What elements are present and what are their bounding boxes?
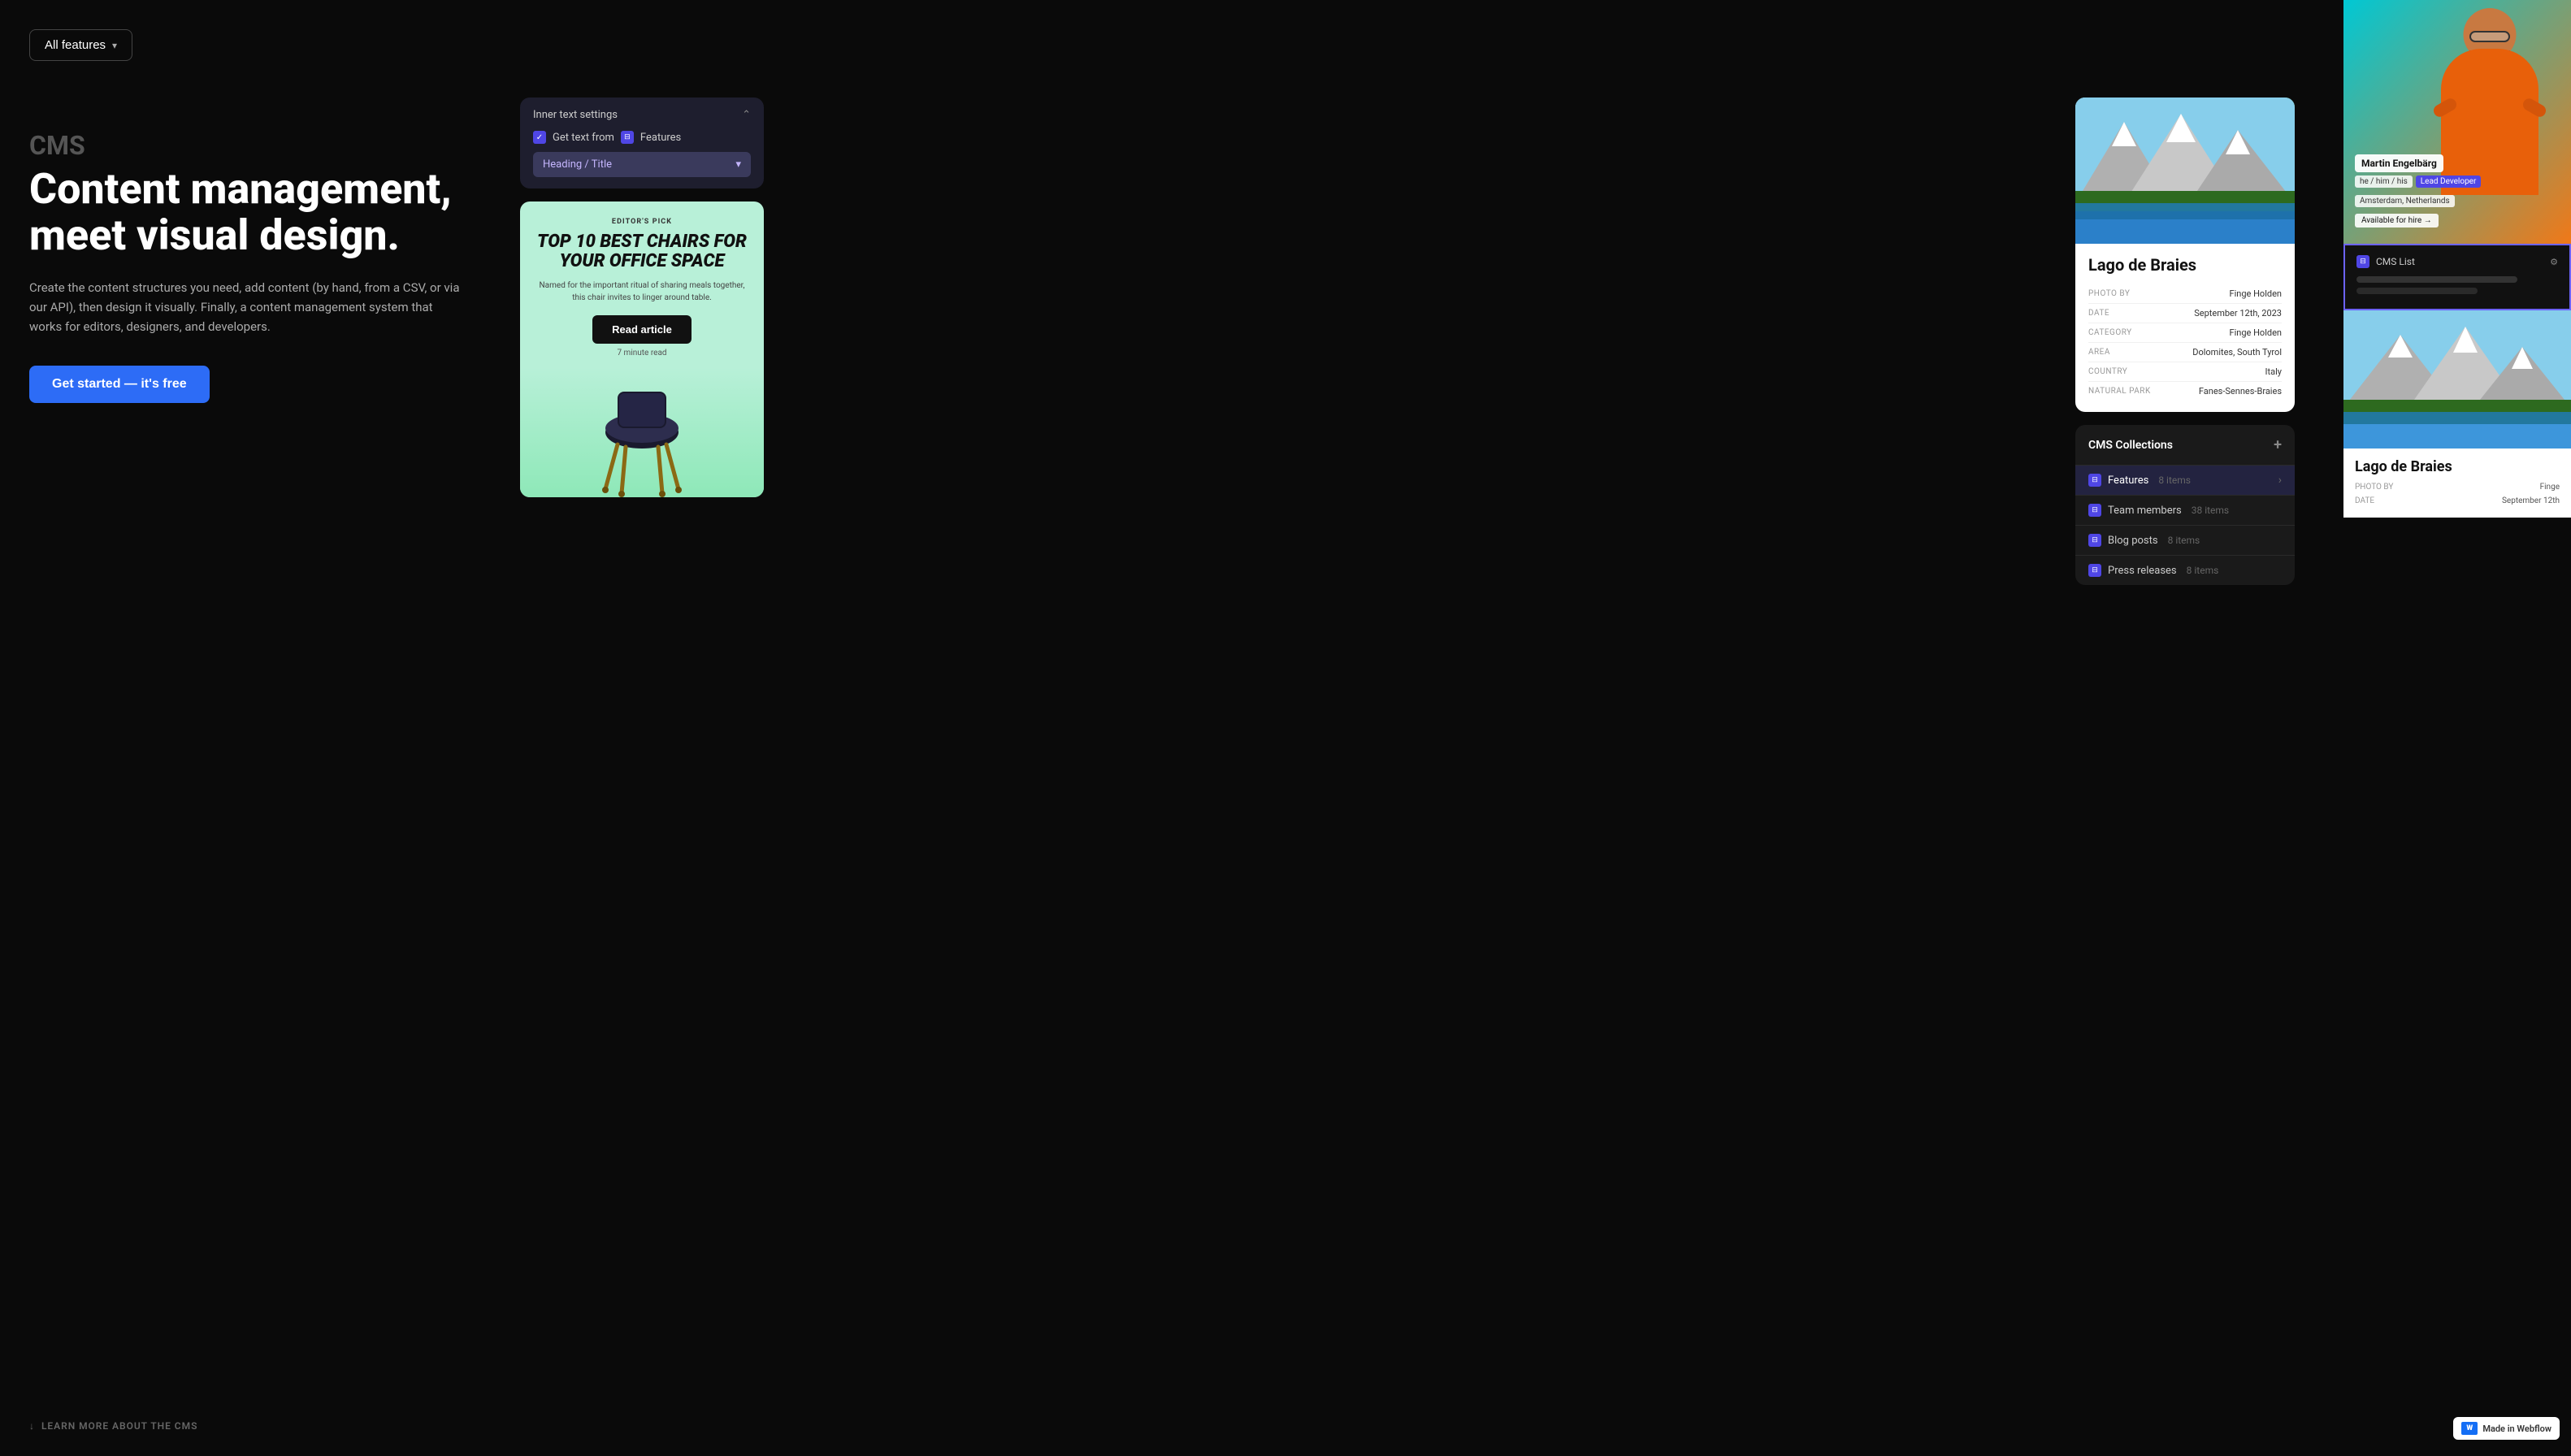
cms-collection-item[interactable]: ⊟ Team members 38 items [2075,495,2295,525]
location-field-row: CATEGORYFinge Holden [2088,323,2282,343]
inner-text-title: Inner text settings [533,109,618,121]
minute-read: 7 minute read [536,349,748,358]
heading-select-dropdown[interactable]: Heading / Title ▾ [533,152,751,177]
database-icon: ⊟ [621,131,634,144]
get-text-label: Get text from [553,132,614,144]
location-info: Lago de Braies PHOTO BYFinge HoldenDATES… [2075,244,2295,412]
article-card-inner: EDITOR'S PICK TOP 10 BEST CHAIRS FOR YOU… [520,202,764,358]
location-field-row: AREADolomites, South Tyrol [2088,343,2282,362]
article-card: EDITOR'S PICK TOP 10 BEST CHAIRS FOR YOU… [520,202,764,497]
available-for-hire-button[interactable]: Available for hire → [2355,214,2439,228]
cms-db-icon: ⊟ [2088,504,2101,517]
heading-select-value: Heading / Title [543,158,612,171]
location-fields: PHOTO BYFinge HoldenDATESeptember 12th, … [2088,284,2282,401]
add-collection-button[interactable]: + [2274,436,2282,453]
cms-collections-title: CMS Collections [2088,439,2173,452]
hero-label: CMS [29,130,468,161]
get-text-row: ✓ Get text from ⊟ Features [533,131,751,144]
cms-list-section: ⊟ CMS List ⚙ [2343,244,2571,310]
far-right-panel: Martin Engelbärg he / him / his Lead Dev… [2343,0,2571,1456]
location-field-row: COUNTRYItaly [2088,362,2282,382]
profile-location: Amsterdam, Netherlands [2355,195,2455,207]
date-label-2: DATE [2355,496,2374,505]
cms-item-count: 8 items [2187,565,2219,576]
cms-collection-item[interactable]: ⊟ Blog posts 8 items [2075,525,2295,555]
settings-icon[interactable]: ⚙ [2550,257,2558,267]
cms-db-icon: ⊟ [2088,564,2101,577]
location-name: Lago de Braies [2088,255,2282,275]
collapse-icon[interactable]: ⌃ [742,109,751,121]
profile-name: Martin Engelbärg [2355,154,2443,172]
webflow-badge-label: Made in Webflow [2482,1424,2551,1434]
location-card: Lago de Braies PHOTO BYFinge HoldenDATES… [2075,98,2295,412]
cms-item-count: 38 items [2192,505,2229,516]
cms-list-label: CMS List [2376,256,2415,267]
editors-pick-label: EDITOR'S PICK [536,218,748,226]
role-badge: Lead Developer [2416,176,2482,188]
right-panel: Lago de Braies PHOTO BYFinge HoldenDATES… [2075,98,2295,585]
photo-by-value-2: Finge [2540,483,2560,492]
cms-list-placeholder-1 [2356,276,2517,283]
chevron-down-icon: ▾ [735,158,741,171]
cms-item-label: Team members [2108,505,2182,517]
cms-list-icon: ⊟ [2356,255,2369,268]
location-name-2: Lago de Braies [2355,458,2560,475]
cms-item-label: Press releases [2108,565,2177,577]
profile-tags: Martin Engelbärg he / him / his Lead Dev… [2355,154,2481,228]
cms-collection-item[interactable]: ⊟ Features 8 items › [2075,465,2295,495]
cms-collections-header: CMS Collections + [2075,425,2295,465]
chair-image [520,367,764,497]
learn-more-link[interactable]: ↓ LEARN MORE ABOUT THE CMS [29,1420,197,1432]
cms-collections-panel: CMS Collections + ⊟ Features 8 items › ⊟… [2075,425,2295,585]
cms-db-icon: ⊟ [2088,534,2101,547]
date-value-2: September 12th [2502,496,2560,505]
webflow-logo: W [2461,1422,2478,1435]
cms-item-count: 8 items [2158,474,2191,486]
cms-list-header: ⊟ CMS List ⚙ [2356,255,2558,268]
inner-text-header: Inner text settings ⌃ [533,109,751,121]
chevron-down-icon: ▾ [112,40,117,51]
get-started-button[interactable]: Get started — it's free [29,366,210,403]
article-title: TOP 10 BEST CHAIRS FOR YOUR OFFICE SPACE [536,232,748,271]
cms-collection-item[interactable]: ⊟ Press releases 8 items [2075,555,2295,585]
profile-card: Martin Engelbärg he / him / his Lead Dev… [2343,0,2571,244]
cms-list-placeholder-2 [2356,288,2478,294]
cms-item-label: Blog posts [2108,535,2158,547]
location-card-2: Lago de Braies PHOTO BY Finge DATE Septe… [2343,310,2571,518]
location-image-2 [2343,310,2571,448]
cms-items-list: ⊟ Features 8 items › ⊟ Team members 38 i… [2075,465,2295,585]
middle-column: Inner text settings ⌃ ✓ Get text from ⊟ … [520,98,780,497]
location-field-row: DATESeptember 12th, 2023 [2088,304,2282,323]
location-field-row: PHOTO BYFinge Holden [2088,284,2282,304]
all-features-label: All features [45,38,106,52]
article-description: Named for the important ritual of sharin… [536,280,748,304]
checkbox-icon[interactable]: ✓ [533,131,546,144]
all-features-dropdown[interactable]: All features ▾ [29,29,132,61]
read-article-button[interactable]: Read article [592,315,692,344]
hero-section: CMS Content management,meet visual desig… [29,130,468,403]
profile-badges: he / him / his Lead Developer [2355,176,2481,188]
webflow-badge: W Made in Webflow [2453,1417,2560,1440]
cms-item-label: Features [2108,474,2148,487]
location-2-photo-row: PHOTO BY Finge [2355,480,2560,494]
cms-item-count: 8 items [2168,535,2200,546]
cms-db-icon: ⊟ [2088,474,2101,487]
location-image [2075,98,2295,244]
photo-by-label-2: PHOTO BY [2355,483,2393,492]
hero-description: Create the content structures you need, … [29,278,468,336]
learn-more-label: LEARN MORE ABOUT THE CMS [41,1420,197,1432]
cms-item-arrow: › [2278,474,2282,487]
hero-title: Content management,meet visual design. [29,166,468,258]
location-2-date-row: DATE September 12th [2355,494,2560,508]
location-field-row: NATURAL PARKFanes-Sennes-Braies [2088,382,2282,401]
location-card-2-info: Lago de Braies PHOTO BY Finge DATE Septe… [2343,448,2571,518]
pronoun-badge: he / him / his [2355,176,2413,188]
inner-text-settings-panel: Inner text settings ⌃ ✓ Get text from ⊟ … [520,98,764,188]
source-label: Features [640,132,681,144]
arrow-down-icon: ↓ [29,1420,35,1432]
